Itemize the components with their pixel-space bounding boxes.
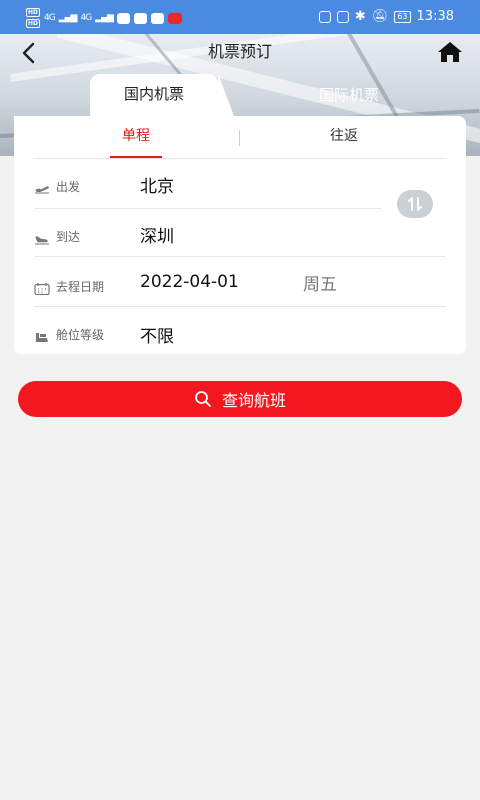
departure-label: 出发 [56, 180, 81, 194]
hd-badges: HD HD [26, 8, 41, 28]
calendar-icon [34, 280, 50, 296]
tab-international[interactable]: 国际机票 [284, 74, 414, 116]
tab-round-trip[interactable]: 往返 [314, 116, 374, 158]
tab-domestic[interactable]: 国内机票 [90, 74, 234, 116]
swap-cities-button[interactable] [397, 190, 433, 218]
date-label: 去程日期 [56, 280, 105, 294]
departure-city[interactable]: 北京 [140, 172, 174, 197]
cabin-label: 舱位等级 [56, 328, 105, 342]
tab-divider [239, 130, 240, 146]
departure-date[interactable]: 2022-04-01 [140, 272, 239, 292]
booking-form-card: 单程 往返 出发 北京 到达 深圳 去程日期 2022-04-01 周五 舱位等… [14, 116, 466, 354]
signal-1-icon: ▂▄▆ [58, 13, 78, 23]
search-flights-label: 查询航班 [221, 391, 286, 410]
takeoff-icon [34, 180, 50, 194]
status-time: 13:38 [416, 9, 454, 24]
hd-badge-1: HD [26, 8, 41, 17]
arrival-label: 到达 [56, 230, 81, 244]
ticket-type-tabs: 国内机票 国际机票 [14, 74, 466, 116]
network-1-label: 4G [44, 13, 56, 23]
alarm-icon [336, 10, 349, 23]
weather-app-icon [133, 12, 147, 24]
divider [34, 158, 446, 159]
message-app-icon [116, 12, 130, 24]
seat-icon [34, 328, 50, 342]
page-title: 机票预订 [207, 42, 272, 61]
home-button[interactable] [437, 40, 463, 64]
network-2-label: 4G [80, 13, 92, 23]
landing-icon [34, 230, 50, 245]
divider [34, 256, 446, 257]
mute-icon: 🔕︎ [371, 9, 389, 24]
divider [34, 306, 446, 307]
battery-icon: 63 [394, 10, 411, 23]
cabin-class[interactable]: 不限 [140, 322, 174, 347]
wechat-app-icon [150, 12, 164, 24]
arrival-city[interactable]: 深圳 [140, 222, 174, 247]
hd-badge-2: HD [26, 19, 41, 28]
status-bar-right: ✱ 🔕︎ 63 13:38 [318, 9, 454, 24]
status-bar: HD HD 4G ▂▄▆ 4G ▂▄▆ ✱ 🔕︎ 63 13:38 [0, 0, 480, 34]
departure-weekday: 周五 [303, 275, 337, 295]
divider [34, 208, 382, 209]
trip-type-tabs: 单程 往返 [14, 116, 466, 158]
search-icon [195, 391, 211, 407]
nfc-icon [318, 10, 331, 23]
home-icon [438, 42, 462, 62]
tab-one-way[interactable]: 单程 [110, 116, 162, 158]
bluetooth-icon: ✱ [354, 9, 366, 24]
status-bar-left: HD HD 4G ▂▄▆ 4G ▂▄▆ [26, 8, 182, 28]
signal-2-icon: ▂▄▆ [95, 13, 114, 23]
swap-arrows-icon [408, 197, 422, 211]
search-flights-button[interactable]: 查询航班 [18, 381, 462, 417]
notification-app-icon [167, 12, 182, 24]
